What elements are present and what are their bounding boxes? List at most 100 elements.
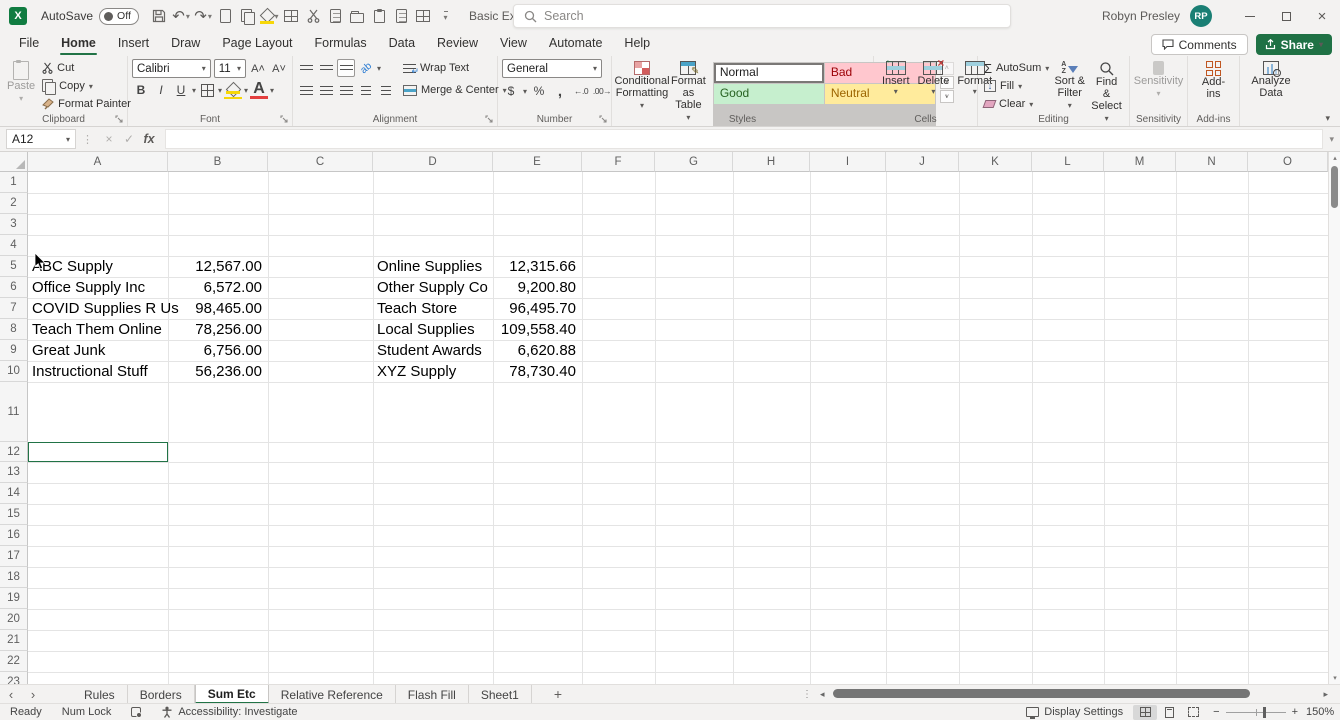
font-color-button[interactable]: A [250, 80, 269, 99]
cell-E8[interactable]: 109,558.40 [493, 319, 582, 340]
wrap-text-button[interactable]: Wrap Text [401, 59, 509, 77]
analyze-data-button[interactable]: Analyze Data [1244, 59, 1298, 101]
accounting-format-button[interactable]: $ [502, 82, 520, 100]
row-header-22[interactable]: 22 [0, 651, 28, 672]
select-all-corner[interactable] [0, 152, 28, 172]
decrease-indent-icon[interactable] [357, 81, 375, 99]
cell-D8[interactable]: Local Supplies [373, 319, 493, 340]
column-header-A[interactable]: A [28, 152, 168, 172]
excel-app-icon[interactable]: X [9, 7, 27, 25]
accounting-dropdown-icon[interactable]: ▾ [523, 87, 527, 96]
cell-A8[interactable]: Teach Them Online [28, 319, 168, 340]
column-header-N[interactable]: N [1176, 152, 1248, 172]
zoom-slider[interactable] [1225, 706, 1286, 718]
row-header-6[interactable]: 6 [0, 277, 28, 298]
column-header-H[interactable]: H [733, 152, 810, 172]
undo-button[interactable]: ↶ ▾ [171, 5, 191, 27]
display-settings-button[interactable]: Display Settings [1016, 706, 1133, 719]
sheet-tab-borders[interactable]: Borders [128, 684, 195, 704]
cell-B8[interactable]: 78,256.00 [168, 319, 268, 340]
font-family-select[interactable]: Calibri ▾ [132, 59, 211, 78]
cell-A9[interactable]: Great Junk [28, 340, 168, 361]
sheet-tab-relative-reference[interactable]: Relative Reference [269, 684, 396, 704]
style-good[interactable]: Good [713, 84, 824, 104]
search-box[interactable] [513, 4, 1011, 28]
underline-button[interactable]: U [172, 81, 190, 99]
insert-cells-icon[interactable] [281, 5, 301, 27]
qat-overflow-icon[interactable]: ▾ [435, 5, 455, 27]
row-header-1[interactable]: 1 [0, 172, 28, 193]
column-header-O[interactable]: O [1248, 152, 1328, 172]
increase-indent-icon[interactable] [377, 81, 395, 99]
row-header-5[interactable]: 5 [0, 256, 28, 277]
row-header-2[interactable]: 2 [0, 193, 28, 214]
ribbon-collapse-chevron[interactable]: ▾ [1325, 113, 1330, 124]
sheet-tab-sheet1[interactable]: Sheet1 [469, 684, 532, 704]
insert-cells-button[interactable]: Insert ▾ [878, 55, 914, 98]
align-middle-icon[interactable] [317, 59, 335, 77]
copy-icon[interactable] [237, 5, 257, 27]
row-header-11[interactable]: 11 [0, 382, 28, 442]
orientation-icon[interactable]: ab [353, 55, 378, 80]
row-header-20[interactable]: 20 [0, 609, 28, 630]
tab-help[interactable]: Help [613, 33, 661, 55]
sheet-tab-flash-fill[interactable]: Flash Fill [396, 684, 469, 704]
italic-button[interactable]: I [152, 81, 170, 99]
borders-button[interactable] [198, 81, 216, 99]
sheet-tab-sum-etc[interactable]: Sum Etc [194, 684, 269, 704]
comma-style-button[interactable]: , [551, 82, 569, 100]
row-header-4[interactable]: 4 [0, 235, 28, 256]
sheet-tab-rules[interactable]: Rules [72, 684, 128, 704]
page-break-view-button[interactable] [1181, 705, 1205, 720]
row-header-23[interactable]: 23 [0, 672, 28, 684]
bold-button[interactable]: B [132, 81, 150, 99]
row-header-16[interactable]: 16 [0, 525, 28, 546]
insert-function-icon[interactable]: fx [139, 132, 159, 146]
column-header-I[interactable]: I [810, 152, 886, 172]
font-dialog-launcher-icon[interactable] [280, 115, 289, 124]
row-header-15[interactable]: 15 [0, 504, 28, 525]
open-folder-icon[interactable] [347, 5, 367, 27]
row-header-3[interactable]: 3 [0, 214, 28, 235]
column-header-G[interactable]: G [655, 152, 733, 172]
borders-dropdown-icon[interactable]: ▾ [218, 86, 222, 95]
row-header-12[interactable]: 12 [0, 442, 28, 462]
redo-dropdown-icon[interactable]: ▾ [208, 12, 212, 21]
row-header-9[interactable]: 9 [0, 340, 28, 361]
cell-A5[interactable]: ABC Supply [28, 256, 168, 277]
normal-view-button[interactable] [1133, 704, 1158, 720]
name-box[interactable]: A12 ▾ [6, 129, 76, 149]
cell-B10[interactable]: 56,236.00 [168, 361, 268, 382]
column-header-J[interactable]: J [886, 152, 959, 172]
cell-D5[interactable]: Online Supplies [373, 256, 493, 277]
tab-insert[interactable]: Insert [107, 33, 160, 55]
shrink-font-button[interactable]: A˅ [270, 60, 288, 78]
decrease-decimal-button[interactable]: .00→ [593, 82, 612, 100]
cell-A7[interactable]: COVID Supplies R Us [28, 298, 179, 319]
vertical-scrollbar[interactable]: ▴ ▾ [1328, 152, 1340, 684]
cell-D10[interactable]: XYZ Supply [373, 361, 493, 382]
align-top-icon[interactable] [297, 59, 315, 77]
save-icon[interactable] [149, 5, 169, 27]
spreadsheet-grid[interactable]: A B C D E F G H I J K L M N O 1 2 3 4 5 6 7 8 9 10 11 12 13 14 15 16 17… [0, 152, 1328, 684]
page-layout-view-button[interactable] [1157, 705, 1181, 720]
align-center-icon[interactable] [317, 81, 335, 99]
align-left-icon[interactable] [297, 81, 315, 99]
cell-B6[interactable]: 6,572.00 [168, 277, 268, 298]
cell-A6[interactable]: Office Supply Inc [28, 277, 168, 298]
cell-D6[interactable]: Other Supply Co [373, 277, 493, 298]
cell-A10[interactable]: Instructional Stuff [28, 361, 168, 382]
addins-button[interactable]: Add-ins [1192, 59, 1235, 102]
cell-E7[interactable]: 96,495.70 [493, 298, 582, 319]
new-sheet-button[interactable]: + [554, 686, 562, 702]
accessibility-status[interactable]: Accessibility: Investigate [151, 706, 307, 718]
clear-button[interactable]: Clear ▾ [982, 95, 1051, 113]
cell-E6[interactable]: 9,200.80 [493, 277, 582, 298]
autosave-toggle[interactable]: Off [99, 7, 140, 25]
scroll-down-icon[interactable]: ▾ [1329, 672, 1340, 684]
table-icon[interactable] [413, 5, 433, 27]
tab-file[interactable]: File [8, 33, 50, 55]
close-button[interactable]: × [1304, 0, 1340, 32]
number-format-select[interactable]: General ▾ [502, 59, 602, 78]
copy-button[interactable]: Copy ▾ [40, 77, 133, 95]
